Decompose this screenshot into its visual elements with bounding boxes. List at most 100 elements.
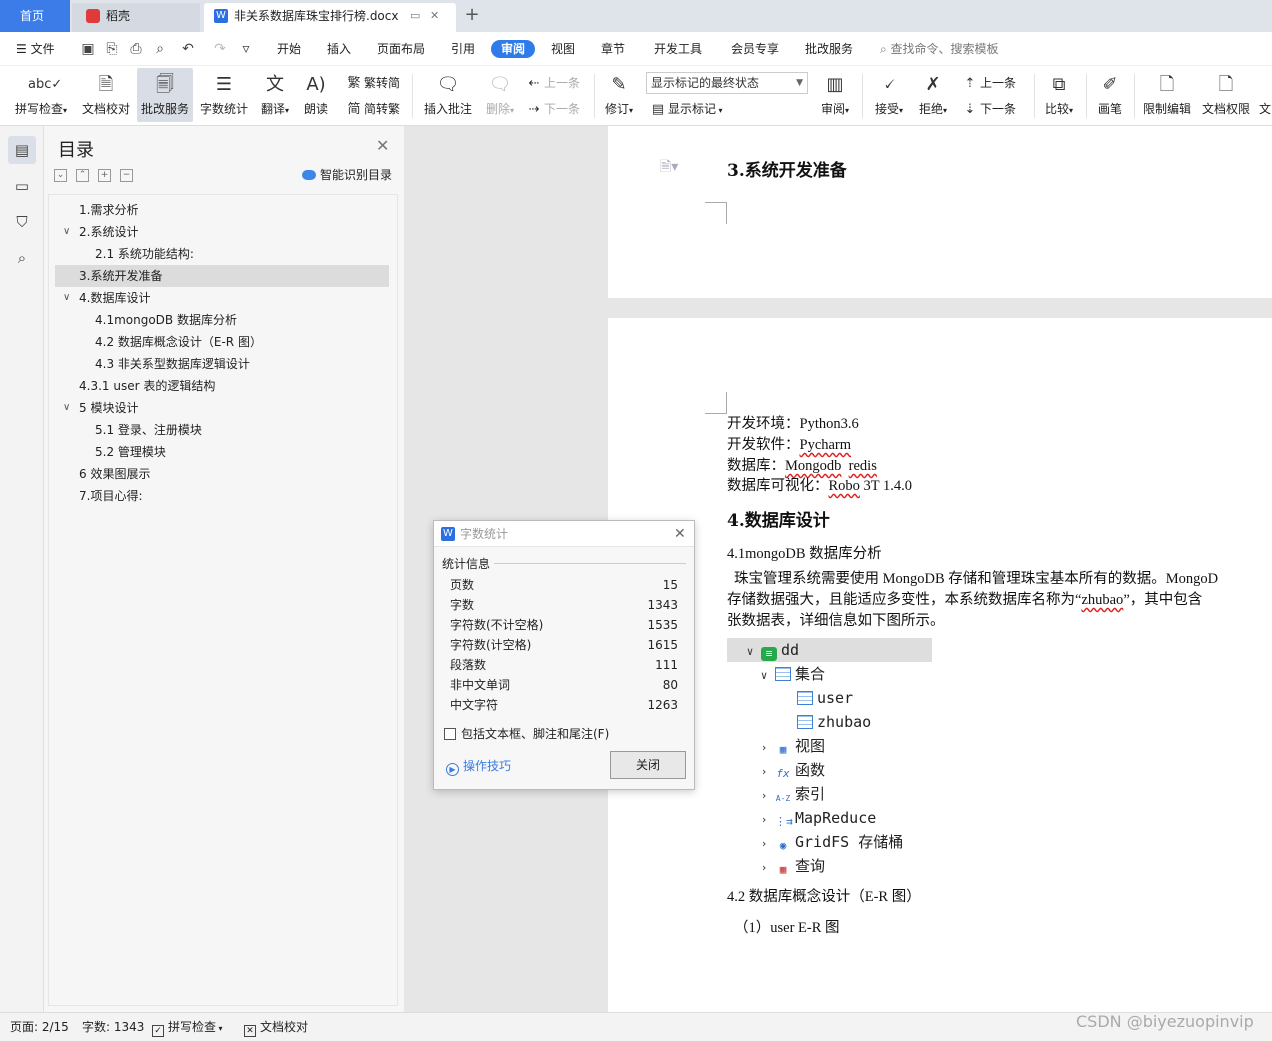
accept-change-button[interactable]: 🗸 接受▾: [870, 68, 908, 122]
tab-home[interactable]: 首页: [0, 0, 70, 32]
toc-list: 1.需求分析 ∨ 2.系统设计 2.1 系统功能结构: 3.系统开发准备 ∨ 4.数…: [48, 194, 398, 1006]
toc-item[interactable]: 4.2 数据库概念设计（E-R 图）: [55, 331, 389, 353]
menu-bar: ☰ 文件 ▣ ⎘ ⎙ ⌕ ↶ ↷ ▿ 开始 插入 页面布局 引用 审阅 视图 章…: [0, 32, 1272, 66]
smart-toc-button[interactable]: 智能识别目录: [302, 166, 392, 183]
delete-comment-button[interactable]: 🗨 删除▾: [480, 68, 520, 122]
accept-icon: 🗸: [882, 74, 896, 95]
menu-reference[interactable]: 引用: [451, 32, 475, 66]
print-icon[interactable]: ⎙: [128, 41, 144, 57]
word-count-indicator[interactable]: 字数: 1343: [82, 1013, 144, 1041]
toc-item[interactable]: 7.项目心得:: [55, 485, 389, 507]
paragraph-settings-icon[interactable]: 🗎▾: [660, 156, 678, 180]
status-spell-check[interactable]: ✓ 拼写检查 ▾: [152, 1013, 223, 1041]
tips-link[interactable]: ▶ 操作技巧: [446, 757, 511, 776]
undo-icon[interactable]: ↶: [180, 41, 196, 57]
save-icon[interactable]: ▣: [80, 41, 96, 57]
print-preview-icon[interactable]: ⌕: [152, 41, 168, 57]
word-count-button[interactable]: ☰ 字数统计: [197, 68, 251, 122]
command-search[interactable]: ⌕ 查找命令、搜索模板: [880, 32, 999, 66]
menu-correct-service[interactable]: 批改服务: [805, 32, 853, 66]
correct-service-button[interactable]: 🗐 批改服务: [137, 68, 193, 122]
new-tab-button[interactable]: +: [462, 2, 482, 28]
toc-item[interactable]: ∨ 2.系统设计: [55, 221, 389, 243]
toc-item[interactable]: 1.需求分析: [55, 199, 389, 221]
document-permission-button[interactable]: 🗋 文档权限: [1199, 68, 1253, 122]
menu-view[interactable]: 视图: [551, 32, 575, 66]
more-ribbon-button[interactable]: 文: [1258, 68, 1272, 122]
compare-button[interactable]: ⧉ 比较▾: [1040, 68, 1078, 122]
restrict-edit-button[interactable]: 🗋 限制编辑: [1140, 68, 1194, 122]
tab-close-icon[interactable]: ✕: [430, 3, 439, 29]
proofread-icon: ✕: [244, 1025, 256, 1037]
read-aloud-button[interactable]: A) 朗读: [300, 68, 332, 122]
simp-to-trad-button[interactable]: 简简转繁: [346, 98, 400, 120]
toc-item[interactable]: 4.3 非关系型数据库逻辑设计: [55, 353, 389, 375]
prev-comment-button[interactable]: ⇠ 上一条: [526, 72, 580, 94]
expand-all-icon[interactable]: ⌄: [54, 169, 67, 182]
export-icon[interactable]: ⎘: [104, 41, 120, 57]
toc-icon[interactable]: ▤: [8, 136, 36, 164]
review-pane-icon: ▥: [826, 74, 844, 95]
chapter-icon[interactable]: ▭: [8, 172, 36, 200]
markup-state-select[interactable]: 显示标记的最终状态 ▼: [646, 72, 808, 94]
insert-comment-icon: 🗨: [436, 74, 460, 95]
minus-icon[interactable]: −: [120, 169, 133, 182]
search-icon[interactable]: ⌕: [8, 244, 36, 272]
menu-layout[interactable]: 页面布局: [377, 32, 425, 66]
quick-access-dropdown-icon[interactable]: ▿: [238, 41, 254, 57]
collapse-all-icon[interactable]: ⌃: [76, 169, 89, 182]
trad-to-simp-button[interactable]: 繁繁转简: [346, 72, 400, 94]
tree-node: user: [793, 686, 853, 710]
redo-icon[interactable]: ↷: [212, 41, 228, 57]
bookmark-icon[interactable]: ⛉: [8, 208, 36, 236]
next-comment-button[interactable]: ⇢ 下一条: [526, 98, 580, 120]
toc-item[interactable]: ∨ 4.数据库设计: [55, 287, 389, 309]
insert-comment-button[interactable]: 🗨 插入批注: [420, 68, 476, 122]
toc-item[interactable]: 5.2 管理模块: [55, 441, 389, 463]
proofread-button[interactable]: 🗎 文档校对: [78, 68, 134, 122]
add-icon[interactable]: +: [98, 169, 111, 182]
ribbon-separator: [1034, 74, 1035, 118]
window-restore-icon[interactable]: ▭: [410, 3, 420, 29]
review-pane-button[interactable]: ▥ 审阅▾: [816, 68, 854, 122]
tab-daoke[interactable]: 稻壳: [72, 3, 200, 32]
menu-member[interactable]: 会员专享: [731, 32, 779, 66]
table-icon: [797, 715, 813, 729]
pen-button[interactable]: ✐ 画笔: [1094, 68, 1126, 122]
toc-item[interactable]: 6 效果图展示: [55, 463, 389, 485]
close-icon[interactable]: ✕: [376, 136, 389, 155]
chevron-down-icon[interactable]: ∨: [63, 287, 70, 309]
page-indicator[interactable]: 页面: 2/15: [10, 1013, 69, 1041]
heading-4-1: 4.1mongoDB 数据库分析: [727, 546, 882, 562]
menu-start[interactable]: 开始: [277, 32, 301, 66]
menu-devtools[interactable]: 开发工具: [654, 32, 702, 66]
toc-item-selected[interactable]: 3.系统开发准备: [55, 265, 389, 287]
prev-change-button[interactable]: ⇡ 上一条: [962, 72, 1016, 94]
menu-insert[interactable]: 插入: [327, 32, 351, 66]
track-changes-button[interactable]: ✎ 修订▾: [600, 68, 638, 122]
translate-button[interactable]: 文翻译▾: [256, 68, 294, 122]
toc-item[interactable]: 2.1 系统功能结构:: [55, 243, 389, 265]
next-change-button[interactable]: ⇣ 下一条: [962, 98, 1016, 120]
reject-change-button[interactable]: ✗ 拒绝▾: [914, 68, 952, 122]
status-proofread[interactable]: ✕ 文档校对: [244, 1013, 308, 1041]
doc-paragraph-line: 张数据表，详细信息如下图所示。: [727, 613, 945, 629]
menu-chapter[interactable]: 章节: [601, 32, 625, 66]
close-button[interactable]: 关闭: [610, 751, 686, 779]
menu-review[interactable]: 审阅: [491, 40, 536, 58]
spell-check-icon: abc✓: [28, 77, 63, 92]
toc-item[interactable]: ∨ 5 模块设计: [55, 397, 389, 419]
tab-document[interactable]: W 非关系数据库珠宝排行榜.docx ▭ ✕: [204, 3, 456, 32]
show-markup-button[interactable]: ▤ 显示标记 ▾: [650, 98, 723, 120]
chevron-down-icon[interactable]: ∨: [63, 397, 70, 419]
include-textbox-checkbox[interactable]: 包括文本框、脚注和尾注(F): [444, 725, 609, 742]
spell-check-button[interactable]: abc✓ 拼写检查▾: [10, 68, 72, 122]
toc-item[interactable]: 5.1 登录、注册模块: [55, 419, 389, 441]
close-icon[interactable]: ✕: [674, 526, 686, 542]
checkbox-box[interactable]: [444, 728, 456, 740]
file-menu[interactable]: ☰ 文件: [16, 32, 55, 66]
toc-toolbar: ⌄ ⌃ + −: [54, 166, 142, 182]
chevron-down-icon[interactable]: ∨: [63, 221, 70, 243]
toc-item[interactable]: 4.1mongoDB 数据库分析: [55, 309, 389, 331]
toc-item[interactable]: 4.3.1 user 表的逻辑结构: [55, 375, 389, 397]
